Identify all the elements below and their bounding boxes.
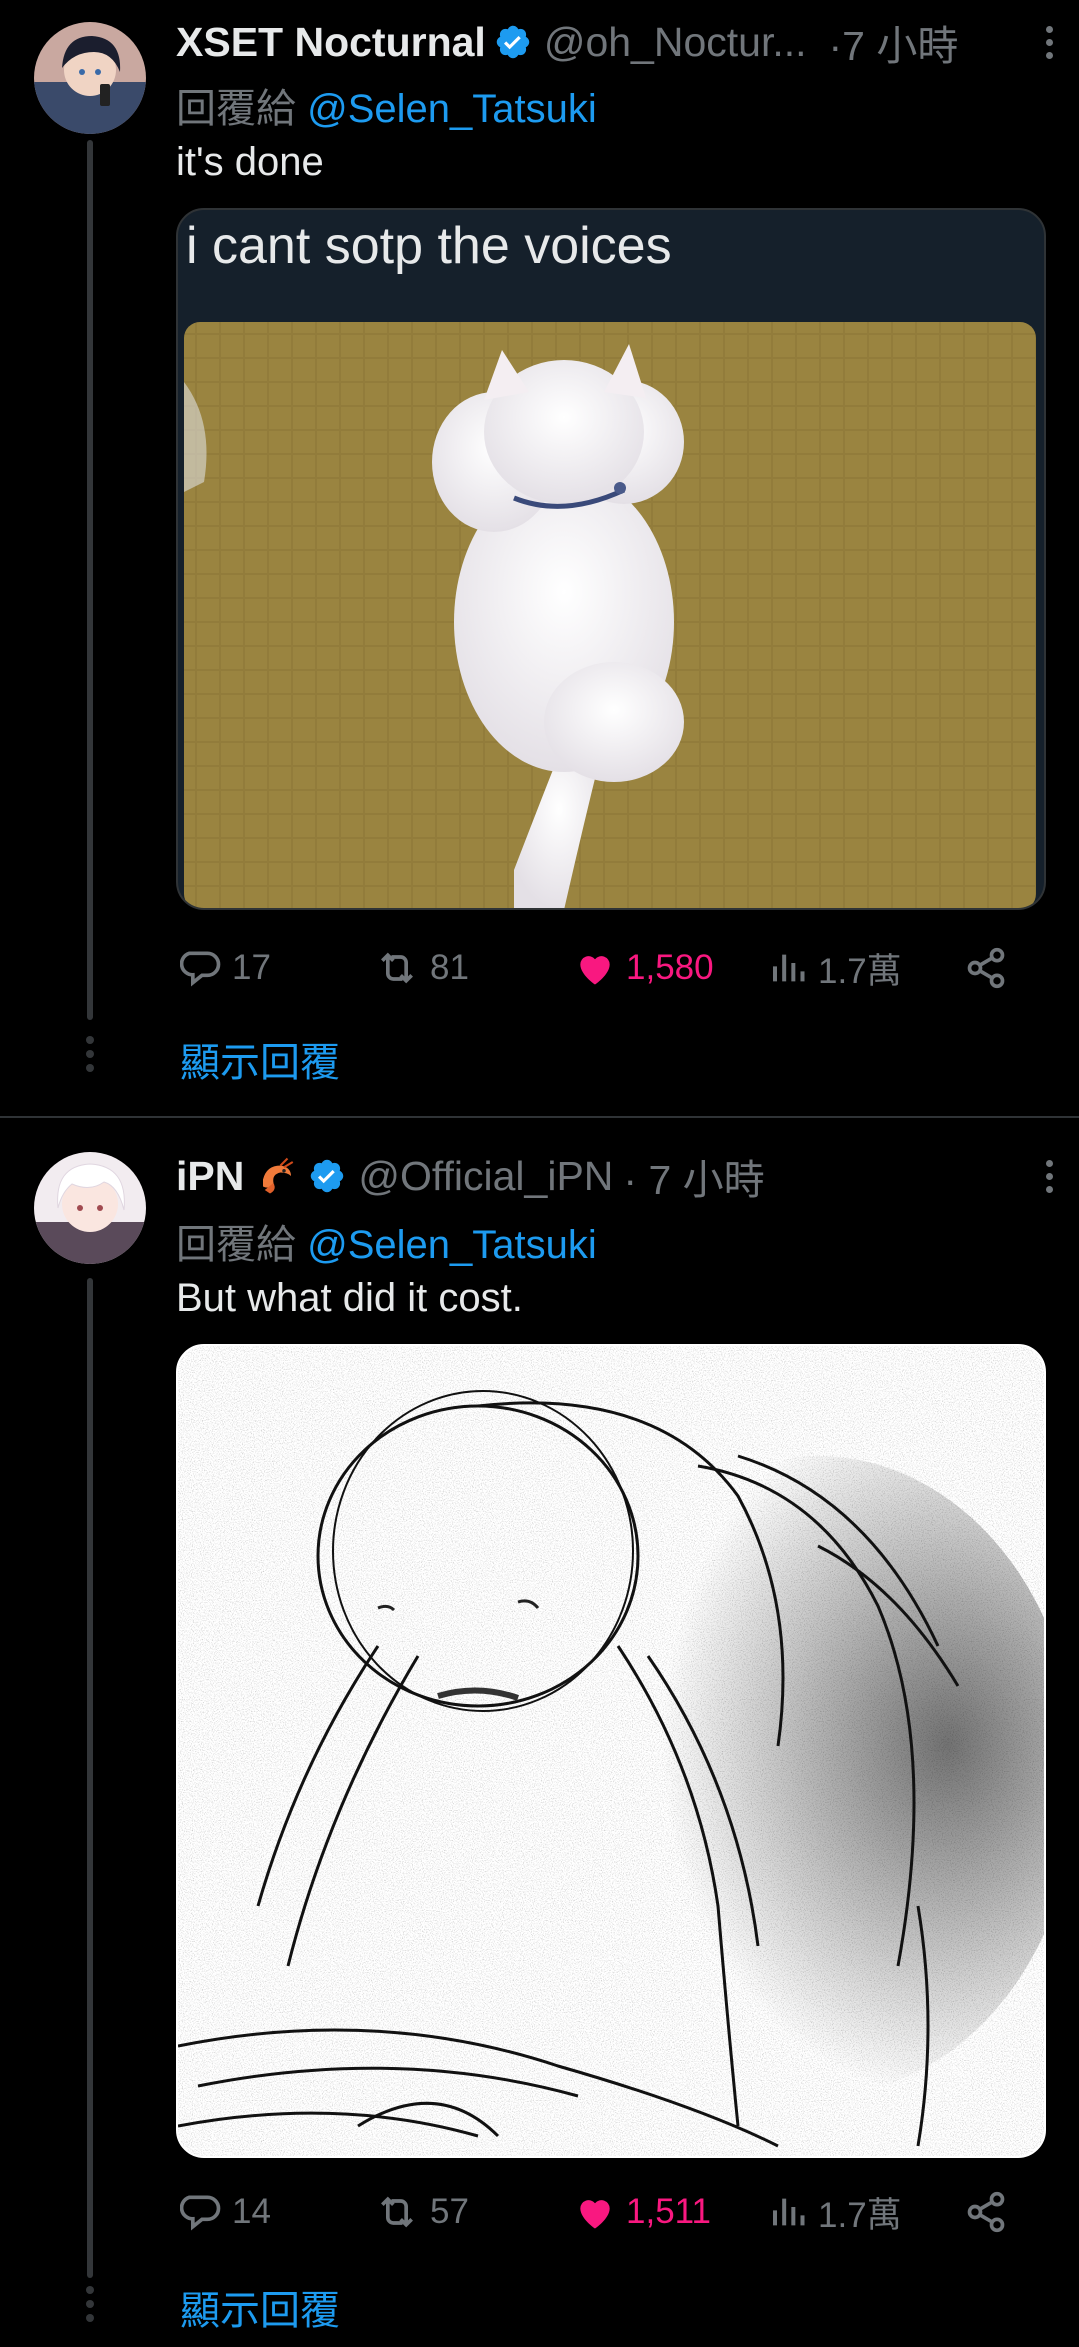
tweet-actions: 14 57 1,511 1.7萬: [176, 2182, 1026, 2242]
like-count: 1,511: [626, 2192, 711, 2231]
tweet-1[interactable]: XSET Nocturnal @oh_Noctur... ·7 小時 回覆給 @…: [0, 0, 1079, 1115]
views-button[interactable]: 1.7萬: [770, 2182, 902, 2242]
share-button[interactable]: [964, 938, 1016, 998]
repost-button[interactable]: 57: [372, 2182, 469, 2242]
reply-prefix: 回覆給: [176, 87, 296, 131]
thread-line: [87, 140, 93, 1020]
repost-count: 57: [430, 2192, 469, 2231]
tweet-header: iPN @Official_iPN · 7 小時: [176, 1148, 1039, 1204]
show-replies-link[interactable]: 顯示回覆: [180, 2278, 340, 2336]
tweet-2[interactable]: iPN @Official_iPN · 7 小時 回覆給 @Selen_Tats…: [0, 1118, 1079, 2347]
views-count: 1.7萬: [818, 2195, 902, 2235]
tweet-text: But what did it cost.: [176, 1276, 523, 1320]
views-icon: [773, 954, 805, 982]
reply-button[interactable]: 17: [180, 938, 271, 998]
views-button[interactable]: 1.7萬: [770, 938, 902, 998]
show-replies-link[interactable]: 顯示回覆: [180, 1030, 340, 1088]
media-caption: i cant sotp the voices: [186, 217, 672, 275]
repost-button[interactable]: 81: [372, 938, 469, 998]
tweet-text: it's done: [176, 140, 324, 184]
reply-count: 14: [232, 2192, 271, 2231]
like-button[interactable]: 1,511: [572, 2182, 711, 2242]
views-icon: [773, 2198, 805, 2226]
repost-icon: [381, 952, 413, 984]
reply-prefix: 回覆給: [176, 1223, 296, 1267]
thread-dots: [84, 1036, 96, 1072]
timestamp[interactable]: ·7 小時: [829, 12, 959, 72]
timestamp[interactable]: · 7 小時: [623, 1146, 764, 1206]
reply-context: 回覆給 @Selen_Tatsuki: [176, 76, 597, 134]
media-image[interactable]: i cant sotp the voices: [176, 208, 1046, 910]
avatar[interactable]: [34, 1152, 146, 1264]
display-name[interactable]: XSET Nocturnal: [176, 19, 486, 66]
more-icon[interactable]: [1029, 14, 1069, 70]
display-name[interactable]: iPN: [176, 1153, 244, 1200]
like-count: 1,580: [626, 948, 714, 987]
sketch-figure: [178, 1346, 1044, 2156]
views-count: 1.7萬: [818, 951, 902, 991]
share-button[interactable]: [964, 2182, 1016, 2242]
heart-icon: [580, 956, 610, 985]
repost-icon: [381, 2196, 413, 2228]
verified-badge-icon: [311, 1159, 344, 1193]
kitten-photo: [184, 322, 1036, 908]
reply-mention[interactable]: @Selen_Tatsuki: [307, 87, 597, 131]
more-icon[interactable]: [1029, 1148, 1069, 1204]
tweet-actions: 17 81 1,580 1.7萬: [176, 938, 1026, 998]
share-icon: [967, 947, 1005, 989]
shrimp-emoji-icon: [263, 1157, 294, 1194]
reply-count: 17: [232, 948, 271, 987]
heart-icon: [580, 2200, 610, 2229]
reply-context: 回覆給 @Selen_Tatsuki: [176, 1212, 597, 1270]
thread-line: [87, 1278, 93, 2278]
verified-badge-icon: [496, 25, 530, 59]
tweet-header: XSET Nocturnal @oh_Noctur... ·7 小時: [176, 14, 1039, 70]
media-image[interactable]: [176, 1344, 1046, 2158]
share-icon: [967, 2191, 1005, 2233]
thread-dots: [84, 2286, 96, 2322]
handle[interactable]: @oh_Noctur...: [544, 19, 807, 66]
reply-icon: [180, 951, 221, 987]
repost-count: 81: [430, 948, 469, 987]
reply-icon: [180, 2195, 221, 2231]
avatar[interactable]: [34, 22, 146, 134]
handle[interactable]: @Official_iPN: [358, 1153, 613, 1200]
like-button[interactable]: 1,580: [572, 938, 714, 998]
reply-mention[interactable]: @Selen_Tatsuki: [307, 1223, 597, 1267]
reply-button[interactable]: 14: [180, 2182, 271, 2242]
